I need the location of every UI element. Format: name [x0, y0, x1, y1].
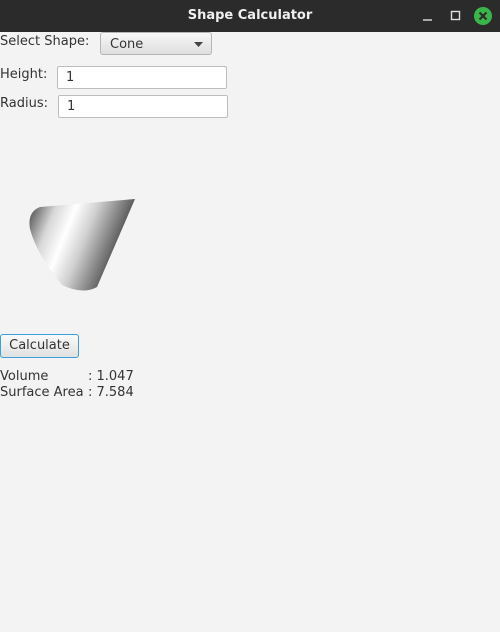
minimize-icon[interactable] — [418, 6, 438, 26]
volume-value: : 1.047 — [88, 369, 134, 384]
height-input[interactable] — [57, 66, 227, 89]
shape-select[interactable]: Cone — [100, 32, 212, 55]
radius-input[interactable] — [58, 95, 228, 118]
maximize-icon[interactable] — [446, 6, 466, 26]
volume-label: Volume — [0, 369, 49, 384]
shape-label: Select Shape: — [0, 34, 90, 49]
cone-icon — [29, 199, 135, 291]
chevron-down-icon — [194, 42, 203, 47]
volume-result: Volume : 1.047 — [0, 369, 134, 384]
calculate-button[interactable]: Calculate — [0, 334, 79, 358]
close-icon[interactable] — [473, 6, 493, 26]
surface-area-result: Surface Area : 7.584 — [0, 385, 134, 400]
shape-select-value: Cone — [110, 37, 144, 52]
height-label: Height: — [0, 67, 48, 82]
main-content: Select Shape: Cone Height: Radius: Calcu… — [0, 32, 500, 632]
surface-area-label: Surface Area — [0, 385, 84, 400]
radius-label: Radius: — [0, 96, 48, 111]
surface-area-value: : 7.584 — [88, 385, 134, 400]
title-bar: Shape Calculator — [0, 0, 500, 32]
